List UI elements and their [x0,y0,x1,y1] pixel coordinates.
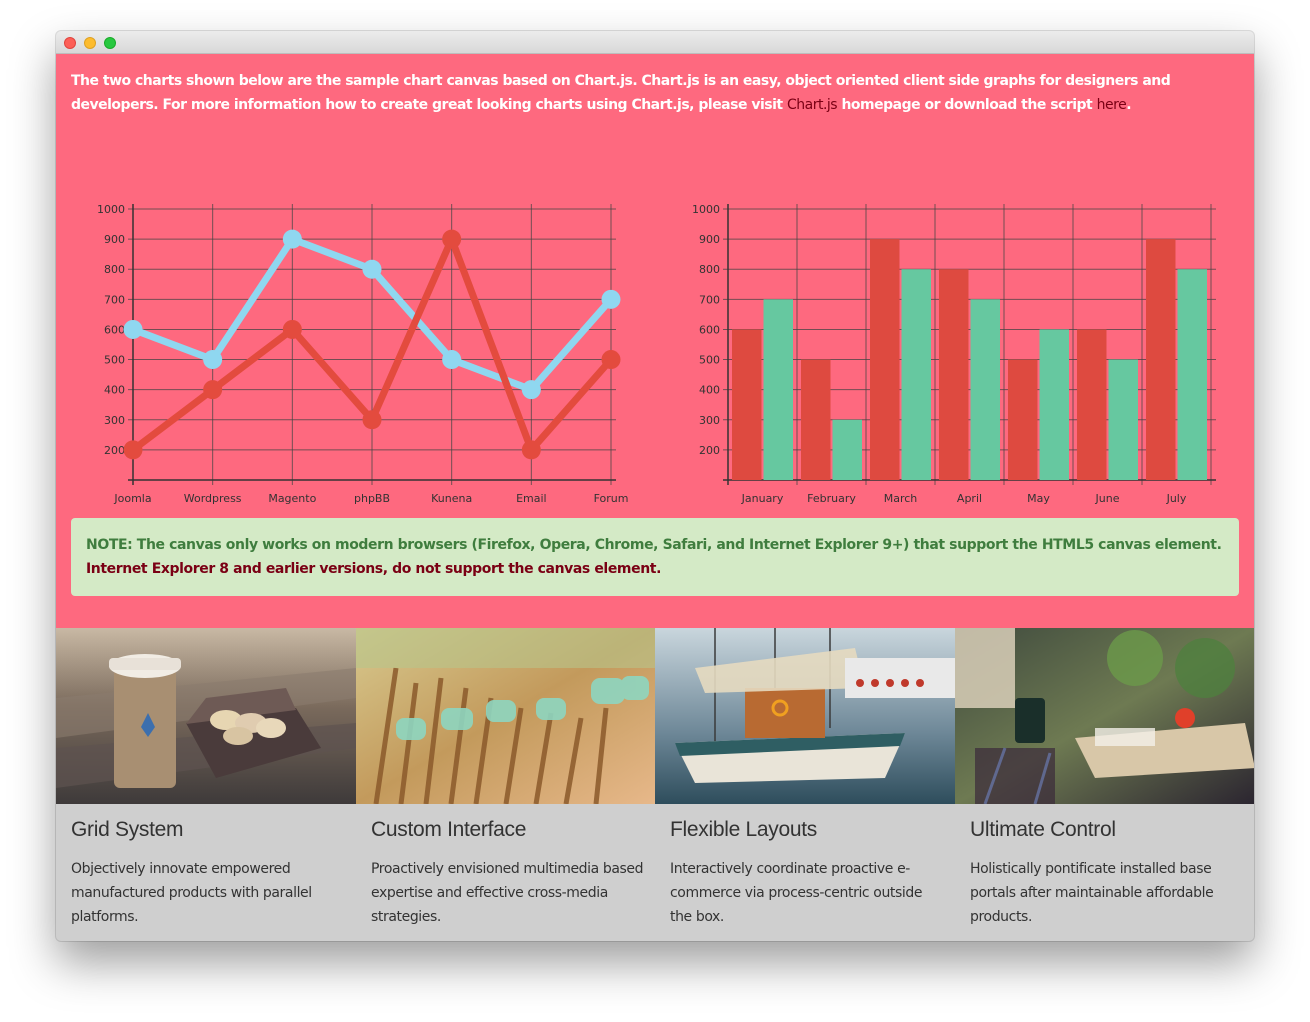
bar [1108,359,1138,480]
bar [832,419,862,480]
feature-title: Flexible Layouts [670,818,817,841]
feature-title: Grid System [71,818,184,841]
line-chart-svg: 200 300 400 500 600 700 800 900 1000 Joomla Wordpr… [97,203,628,505]
data-point [123,319,143,339]
y-tick-label: 1000 [692,203,720,216]
y-tick-label: 200 [104,444,125,457]
data-point [601,289,621,309]
chartjs-link[interactable]: Chart.js [787,97,838,113]
feature-title: Ultimate Control [970,818,1116,841]
data-point [282,319,302,339]
coffee-macarons-photo [56,628,356,804]
x-tick-label: Email [516,492,547,505]
feature-description: Objectively innovate empowered manufactu… [71,861,312,925]
bar-chart: 200 300 400 500 600 700 800 900 1000 January Febru… [681,164,1236,505]
bar [1177,269,1207,480]
data-point [521,440,541,460]
feature-title: Custom Interface [371,818,527,841]
y-tick-label: 1000 [97,203,125,216]
x-tick-label: Wordpress [184,492,242,505]
note-text: NOTE: The canvas only works on modern br… [86,537,1222,553]
y-tick-label: 300 [699,414,720,427]
y-tick-label: 400 [699,384,720,397]
data-point [282,229,302,249]
bar [1039,329,1069,480]
y-tick-label: 600 [699,323,720,336]
x-tick-label: February [807,492,856,505]
close-window-button[interactable] [64,37,76,49]
data-point [442,350,462,370]
y-tick-label: 700 [699,293,720,306]
bar [1077,329,1107,480]
bar [970,299,1000,480]
note-warning-text: Internet Explorer 8 and earlier versions… [86,561,661,577]
y-tick-label: 800 [104,263,125,276]
feature-description: Holistically pontificate installed base … [970,861,1214,925]
intro-text-middle: homepage or download the script [837,97,1097,113]
x-tick-label: Magento [268,492,316,505]
maximize-window-button[interactable] [104,37,116,49]
bar [1008,359,1038,480]
bar [870,239,900,480]
y-tick-label: 800 [699,263,720,276]
window-titlebar [56,31,1254,54]
y-tick-label: 900 [699,233,720,246]
x-tick-label: Joomla [113,492,151,505]
y-tick-label: 500 [104,354,125,367]
x-tick-label: Kunena [431,492,472,505]
bar [939,269,969,480]
feature-description: Interactively coordinate proactive e-com… [670,861,923,925]
y-tick-label: 600 [104,323,125,336]
x-tick-label: June [1095,492,1120,505]
bar [732,329,762,480]
data-point [362,410,382,430]
data-point [362,259,382,279]
x-tick-label: April [957,492,982,505]
browser-window: The two charts shown below are the sampl… [56,31,1254,941]
feature-description: Proactively envisioned multimedia based … [371,861,644,925]
data-point [123,440,143,460]
bar [1146,239,1176,480]
feature-grid-system: Grid System Objectively innovate empower… [56,628,356,941]
data-point [442,229,462,249]
line-chart: 200 300 400 500 600 700 800 900 1000 Joomla Wordpr… [86,164,646,505]
bar [901,269,931,480]
x-tick-label: May [1027,492,1050,505]
minimize-window-button[interactable] [84,37,96,49]
download-here-link[interactable]: here [1097,97,1127,113]
browser-support-note: NOTE: The canvas only works on modern br… [71,518,1239,596]
y-tick-label: 900 [104,233,125,246]
bar [763,299,793,480]
y-tick-label: 400 [104,384,125,397]
intro-paragraph: The two charts shown below are the sampl… [71,69,1241,117]
chart-grid: 200 300 400 500 600 700 800 900 1000 Joomla Wordpr… [97,203,628,505]
charts-section: The two charts shown below are the sampl… [56,54,1254,628]
bottles-fence-photo [356,628,656,804]
bar-chart-svg: 200 300 400 500 600 700 800 900 1000 January Febru… [692,203,1216,505]
feature-custom-interface: Custom Interface Proactively envisioned … [356,628,656,941]
x-tick-label: phpBB [354,492,390,505]
data-point [203,350,223,370]
y-tick-label: 300 [104,414,125,427]
data-point [203,380,223,400]
bar [801,359,831,480]
x-tick-label: Forum [594,492,629,505]
x-tick-label: March [884,492,918,505]
feature-ultimate-control: Ultimate Control Holistically pontificat… [955,628,1254,941]
intro-text-end: . [1126,97,1132,113]
data-point [601,350,621,370]
features-row: Grid System Objectively innovate empower… [56,628,1254,941]
x-tick-label: July [1166,492,1187,505]
y-tick-label: 500 [699,354,720,367]
x-tick-label: January [741,492,784,505]
boats-harbor-photo [655,628,955,804]
data-point [521,380,541,400]
cafe-terrace-photo [955,628,1254,804]
y-tick-label: 200 [699,444,720,457]
feature-flexible-layouts: Flexible Layouts Interactively coordinat… [655,628,955,941]
y-tick-label: 700 [104,293,125,306]
